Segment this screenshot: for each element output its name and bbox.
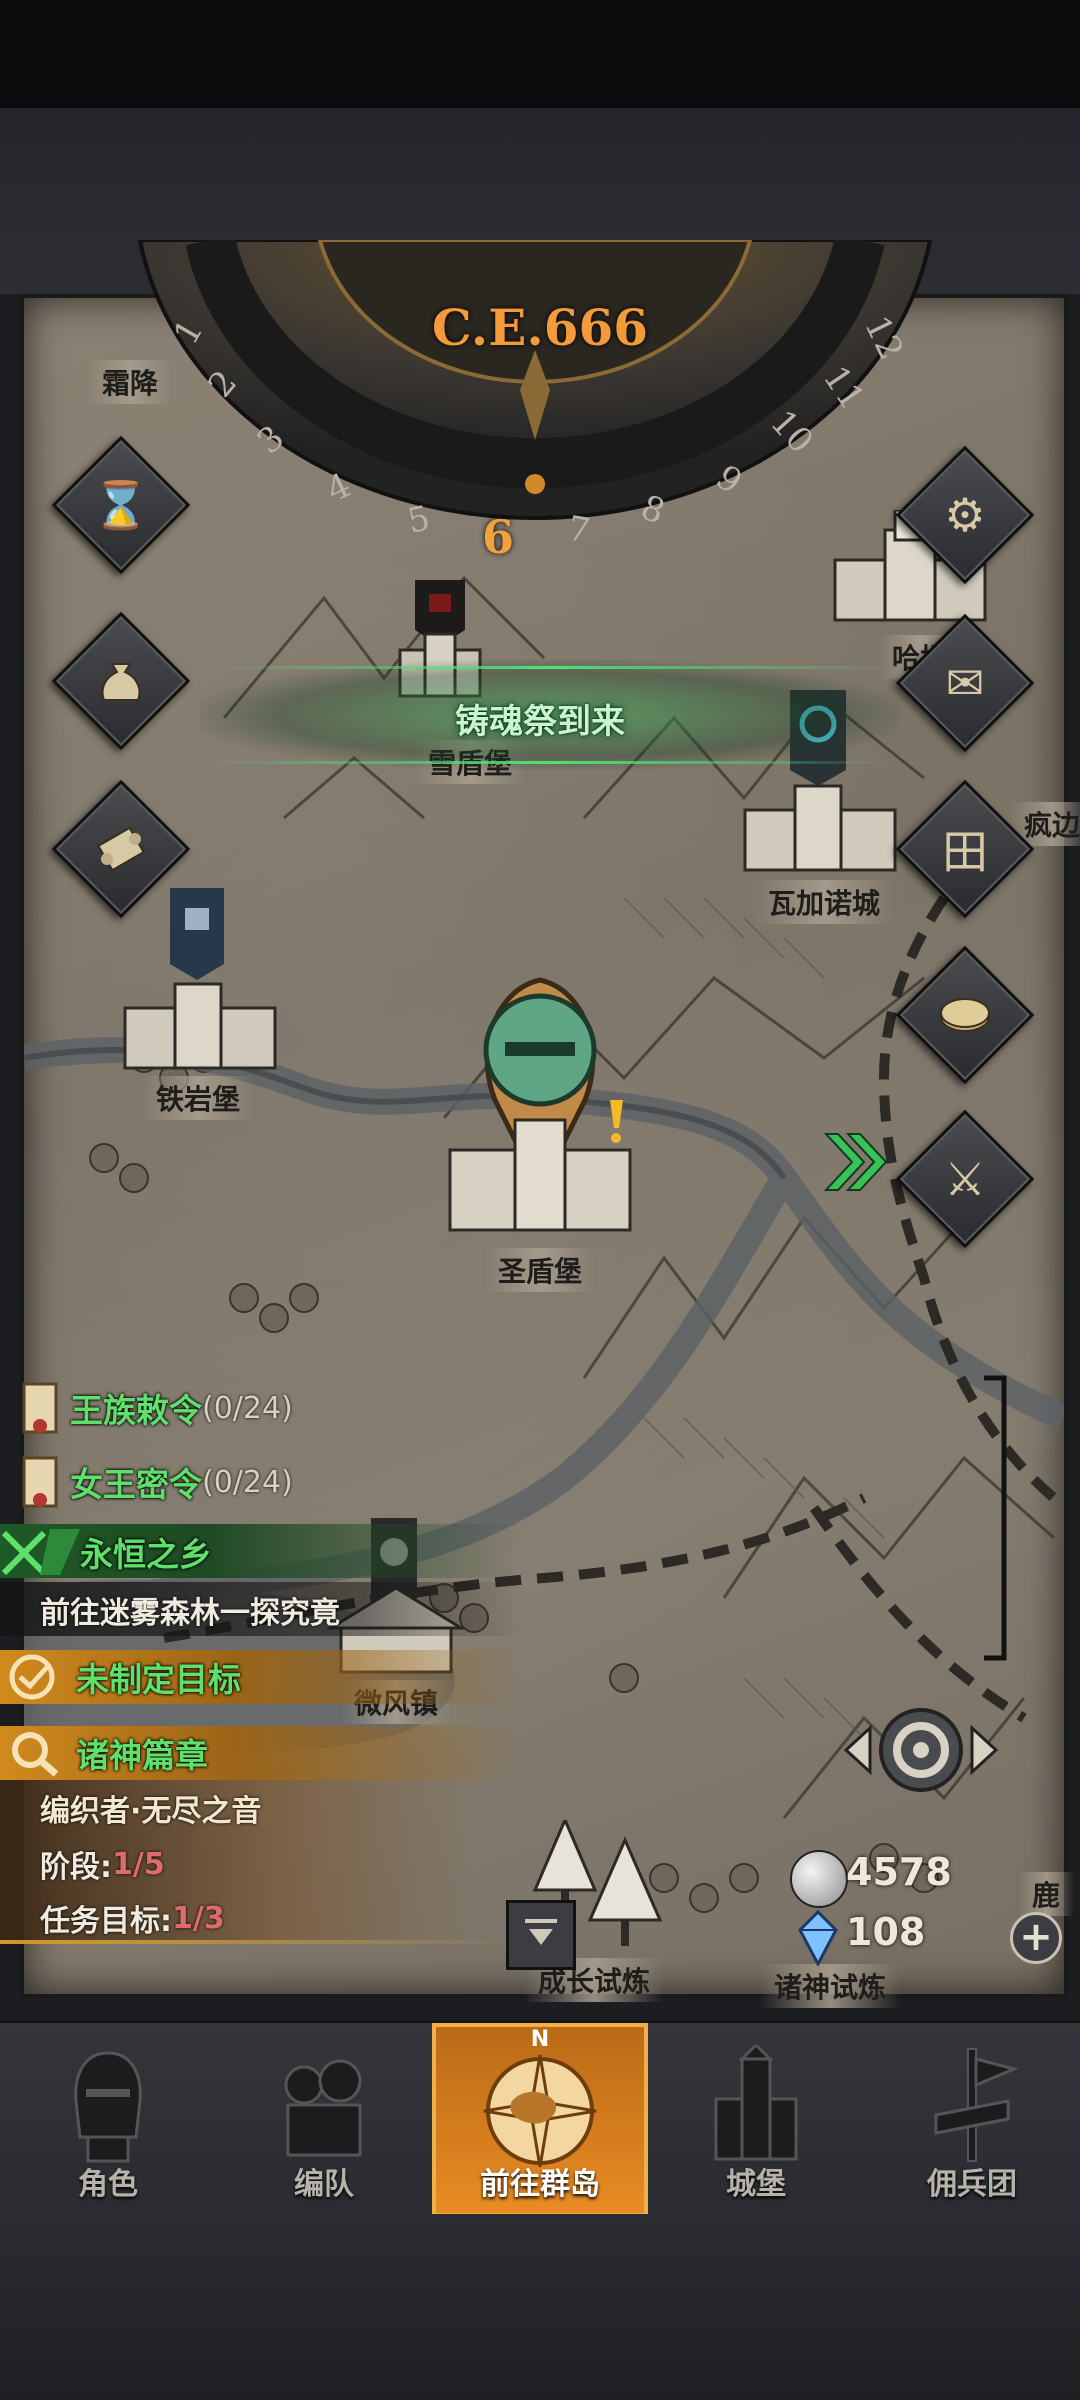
quest-no-goal[interactable]: 未制定目标 <box>4 1652 241 1702</box>
compass-map-icon <box>483 2054 597 2168</box>
knight-sword-icon: ⚔ <box>944 1152 986 1206</box>
silver-coin-icon <box>790 1850 848 1908</box>
target-value: 1/3 <box>172 1900 225 1936</box>
quest-count: (0/24) <box>202 1464 293 1500</box>
status-bar <box>0 0 1080 108</box>
quest-gods-chapter[interactable]: 诸神篇章 <box>4 1728 208 1778</box>
tab-label: 佣兵团 <box>927 2167 1017 2202</box>
plus-icon: + <box>1019 1914 1053 1960</box>
town-label-wagano[interactable]: 瓦加诺城 <box>753 880 895 924</box>
bottom-frame <box>0 2214 1080 2400</box>
coin-icon <box>919 969 1011 1061</box>
magnifier-icon <box>12 1732 59 1777</box>
stage-value: 1/5 <box>112 1846 165 1882</box>
stage-label: 阶段: <box>40 1850 112 1885</box>
quest-title: 王族敕令 <box>70 1391 202 1430</box>
town-label-gods-trial[interactable]: 诸神试炼 <box>759 1964 901 2008</box>
quest-title: 女王密令 <box>70 1465 202 1504</box>
gear-icon: ⚙ <box>944 488 986 542</box>
quest-title: 永恒之乡 <box>80 1535 212 1574</box>
quest-queen-secret[interactable]: 女王密令 (0/24) <box>10 1452 293 1512</box>
calendar-year: C.E.666 <box>431 298 649 357</box>
scroll-icon <box>22 1456 58 1508</box>
scroll-icon <box>75 803 167 895</box>
crystal-amount: 108 <box>846 1910 926 1954</box>
collapse-panel-button[interactable] <box>506 1900 576 1970</box>
town-label-iron-rock[interactable]: 铁岩堡 <box>141 1076 255 1120</box>
recenter-target-icon[interactable] <box>836 1694 1006 1806</box>
mercenary-banner-icon <box>934 2048 1019 2162</box>
quest-count: (0/24) <box>202 1390 293 1426</box>
event-banner-text[interactable]: 铸魂祭到来 <box>455 694 625 743</box>
calendar-current-month: 6 <box>481 510 515 564</box>
hourglass-icon: ⌛ <box>92 477 150 532</box>
soldiers-group-icon <box>284 2059 362 2157</box>
quest-subtitle: 编织者·无尽之音 <box>40 1794 262 1829</box>
tab-go-islands[interactable]: N 前往群岛 <box>432 2023 648 2217</box>
tab-mercenaries[interactable]: 佣兵团 <box>864 2023 1080 2217</box>
add-crystal-button[interactable]: + <box>1010 1912 1062 1964</box>
bottom-tab-bar: 角色 编队 N 前往群岛 城堡 佣兵团 <box>0 2020 1080 2217</box>
double-chevron-right-icon[interactable] <box>818 1124 894 1200</box>
grid-icon: 田 <box>942 825 988 879</box>
quest-description: 前往迷雾森林一探究竟 <box>40 1596 340 1631</box>
knight-helmet-icon <box>74 2051 142 2163</box>
scroll-icon <box>22 1382 58 1434</box>
silver-amount: 4578 <box>846 1850 952 1894</box>
crossed-swords-icon <box>1 1529 80 1575</box>
quest-royal-edict[interactable]: 王族敕令 (0/24) <box>10 1378 293 1438</box>
banner-line-top <box>200 666 900 669</box>
quest-panel-divider <box>0 1940 520 1944</box>
iron-rock-castle-icon[interactable] <box>113 888 283 1078</box>
tab-formation[interactable]: 编队 <box>216 2023 432 2217</box>
castle-icon <box>714 2045 798 2161</box>
quest-title: 诸神篇章 <box>76 1736 208 1775</box>
tab-castle[interactable]: 城堡 <box>648 2023 864 2217</box>
quest-gods-subtitle: 编织者·无尽之音 <box>40 1786 261 1830</box>
holy-shield-castle-icon[interactable] <box>435 950 645 1240</box>
tab-label: 编队 <box>294 2167 354 2202</box>
money-bag-icon <box>75 635 167 727</box>
target-check-icon <box>9 1654 55 1700</box>
quest-gods-stage: 阶段: 1/5 <box>40 1842 165 1886</box>
quest-eternal-home-desc[interactable]: 前往迷雾森林一探究竟 <box>40 1588 340 1632</box>
quest-eternal-home[interactable]: 永恒之乡 <box>0 1528 212 1576</box>
collapse-down-icon <box>525 1919 557 1945</box>
town-label-far-right[interactable]: 鹿 <box>1017 1872 1075 1916</box>
tab-label: 城堡 <box>726 2167 786 2202</box>
town-label-holy-shield[interactable]: 圣盾堡 <box>483 1248 597 1292</box>
target-label: 任务目标: <box>40 1904 172 1939</box>
tab-label: 角色 <box>78 2167 138 2202</box>
banner-line-bottom <box>200 761 900 764</box>
tab-label: 前往群岛 <box>480 2167 600 2202</box>
tab-character[interactable]: 角色 <box>0 2023 216 2217</box>
crystal-icon <box>798 1910 838 1966</box>
town-label-frost[interactable]: 霜降 <box>87 360 173 404</box>
quest-gods-target: 任务目标: 1/3 <box>40 1896 225 1940</box>
quest-title: 未制定目标 <box>76 1660 241 1699</box>
mail-icon: ✉ <box>945 656 985 710</box>
